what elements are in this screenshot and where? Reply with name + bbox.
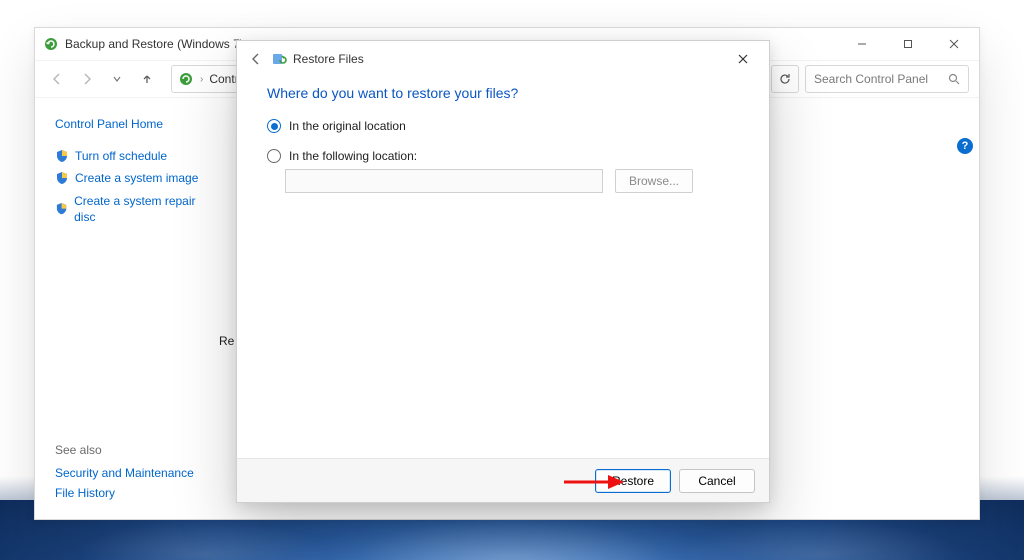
search-placeholder: Search Control Panel bbox=[814, 72, 928, 86]
shield-icon bbox=[55, 202, 68, 216]
option-label: In the following location: bbox=[289, 149, 417, 163]
restore-files-dialog: Restore Files Where do you want to resto… bbox=[236, 40, 770, 503]
radio-icon bbox=[267, 119, 281, 133]
shield-icon bbox=[55, 149, 69, 163]
dialog-titlebar: Restore Files bbox=[237, 41, 769, 77]
option-following-location[interactable]: In the following location: bbox=[267, 149, 739, 163]
shield-icon bbox=[55, 171, 69, 185]
refresh-button[interactable] bbox=[771, 65, 799, 93]
restore-files-icon bbox=[271, 51, 287, 67]
task-turn-off-schedule[interactable]: Turn off schedule bbox=[55, 148, 211, 164]
chevron-right-icon: › bbox=[200, 74, 203, 85]
see-also-file-history[interactable]: File History bbox=[55, 485, 194, 501]
dialog-footer: Restore Cancel bbox=[237, 458, 769, 502]
restore-row-truncated: Re bbox=[219, 334, 234, 348]
task-create-repair-disc[interactable]: Create a system repair disc bbox=[55, 193, 211, 225]
window-title: Backup and Restore (Windows 7) bbox=[65, 37, 244, 51]
see-also-heading: See also bbox=[55, 443, 194, 457]
dialog-title: Restore Files bbox=[293, 52, 364, 66]
nav-forward-button[interactable] bbox=[75, 67, 99, 91]
sidebar: Control Panel Home Turn off schedule Cre… bbox=[35, 98, 219, 519]
browse-button[interactable]: Browse... bbox=[615, 169, 693, 193]
backup-restore-icon bbox=[178, 71, 194, 87]
dialog-heading: Where do you want to restore your files? bbox=[267, 85, 739, 101]
dialog-close-button[interactable] bbox=[721, 44, 765, 74]
control-panel-home-link[interactable]: Control Panel Home bbox=[55, 116, 211, 132]
task-create-system-image[interactable]: Create a system image bbox=[55, 170, 211, 186]
cancel-button[interactable]: Cancel bbox=[679, 469, 755, 493]
see-also-section: See also Security and Maintenance File H… bbox=[55, 443, 194, 505]
radio-icon bbox=[267, 149, 281, 163]
close-button[interactable] bbox=[931, 28, 977, 60]
see-also-security[interactable]: Security and Maintenance bbox=[55, 465, 194, 481]
option-original-location[interactable]: In the original location bbox=[267, 119, 739, 133]
nav-recent-button[interactable] bbox=[105, 67, 129, 91]
nav-up-button[interactable] bbox=[135, 67, 159, 91]
minimize-button[interactable] bbox=[839, 28, 885, 60]
dialog-body: Where do you want to restore your files?… bbox=[237, 77, 769, 458]
backup-restore-icon bbox=[43, 36, 59, 52]
nav-back-button[interactable] bbox=[45, 67, 69, 91]
search-icon bbox=[948, 73, 960, 85]
option-label: In the original location bbox=[289, 119, 406, 133]
restore-button[interactable]: Restore bbox=[595, 469, 671, 493]
dialog-back-button[interactable] bbox=[245, 48, 267, 70]
maximize-button[interactable] bbox=[885, 28, 931, 60]
search-input[interactable]: Search Control Panel bbox=[805, 65, 969, 93]
task-label: Create a system repair disc bbox=[74, 193, 211, 225]
task-label: Turn off schedule bbox=[75, 148, 167, 164]
task-label: Create a system image bbox=[75, 170, 198, 186]
restore-path-input[interactable] bbox=[285, 169, 603, 193]
